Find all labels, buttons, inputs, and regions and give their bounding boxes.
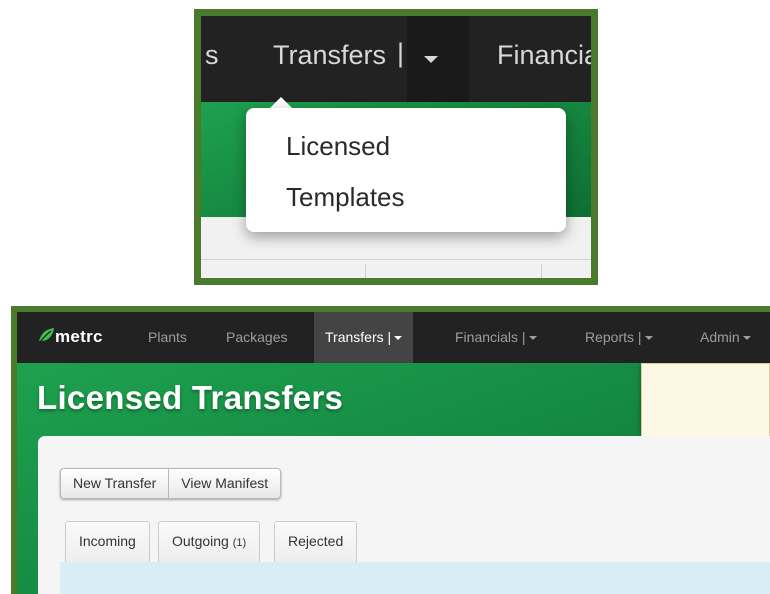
nav-transfers[interactable]: Transfers |	[314, 312, 414, 363]
tab-content-area	[60, 562, 770, 594]
caret-down-icon[interactable]	[424, 56, 438, 63]
caret-down-icon[interactable]	[644, 336, 653, 341]
tab-outgoing-label: Outgoing	[172, 533, 229, 549]
page-title: Licensed Transfers	[37, 379, 344, 416]
caret-down-icon[interactable]	[742, 336, 751, 341]
action-button-group: New Transfer View Manifest	[60, 468, 282, 499]
tab-rejected[interactable]: Rejected	[274, 521, 358, 562]
zoomed-nav-separator: |	[397, 38, 405, 68]
zoomed-transfers-caret-area[interactable]	[407, 16, 469, 102]
transfer-tabs: Incoming Outgoing (1) Rejected	[60, 515, 770, 563]
tab-outgoing[interactable]: Outgoing (1)	[158, 521, 261, 562]
new-transfer-button[interactable]: New Transfer	[60, 468, 169, 499]
zoomed-tab-divider	[541, 264, 542, 278]
nav-transfers-label: Transfers	[325, 329, 384, 345]
zoomed-dropdown-callout: s Transfers | Financia Licensed Template…	[194, 9, 598, 285]
tab-incoming-label: Incoming	[79, 533, 136, 549]
nav-financials[interactable]: Financials |	[455, 312, 537, 363]
nav-reports-label: Reports	[585, 329, 635, 345]
main-panel: New Transfer View Manifest Incoming Outg…	[38, 436, 770, 594]
view-manifest-button[interactable]: View Manifest	[168, 468, 282, 499]
menu-item-templates[interactable]: Templates	[286, 182, 405, 213]
hero-section: Licensed Transfers New Transfer View Man…	[17, 363, 770, 594]
caret-down-icon[interactable]	[528, 336, 537, 341]
zoomed-nav-transfers[interactable]: Transfers	[273, 40, 386, 71]
zoomed-divider	[201, 259, 591, 260]
caret-down-icon[interactable]	[394, 336, 403, 341]
nav-packages[interactable]: Packages	[226, 312, 287, 363]
menu-item-licensed[interactable]: Licensed	[286, 131, 390, 162]
logo-text: metrc	[55, 327, 103, 346]
nav-admin-label: Admin	[700, 329, 740, 345]
notification-box	[641, 363, 770, 446]
page-screenshot-frame: metrc Plants Packages Transfers | Financ…	[11, 306, 770, 594]
zoomed-tab-divider	[365, 264, 366, 278]
dropdown-pointer	[270, 97, 292, 108]
metrc-leaf-icon	[39, 328, 54, 343]
nav-separator: |	[637, 329, 642, 345]
nav-reports[interactable]: Reports |	[585, 312, 653, 363]
page-screenshot: metrc Plants Packages Transfers | Financ…	[17, 312, 770, 594]
zoomed-nav-fragment-left: s	[205, 40, 219, 70]
tab-incoming[interactable]: Incoming	[65, 521, 150, 562]
nav-plants[interactable]: Plants	[148, 312, 187, 363]
nav-separator: |	[387, 329, 392, 345]
zoomed-nav-financials[interactable]: Financia	[497, 40, 591, 71]
top-navbar: metrc Plants Packages Transfers | Financ…	[17, 312, 770, 363]
transfers-dropdown-menu: Licensed Templates	[246, 108, 566, 232]
metrc-logo[interactable]: metrc	[38, 327, 103, 347]
nav-separator: |	[521, 329, 526, 345]
zoomed-navbar: s Transfers | Financia	[201, 16, 591, 102]
nav-admin[interactable]: Admin	[700, 312, 751, 363]
tab-rejected-label: Rejected	[288, 533, 344, 549]
tab-outgoing-count: (1)	[232, 537, 247, 549]
nav-financials-label: Financials	[455, 329, 519, 345]
zoomed-view: s Transfers | Financia Licensed Template…	[201, 16, 591, 278]
